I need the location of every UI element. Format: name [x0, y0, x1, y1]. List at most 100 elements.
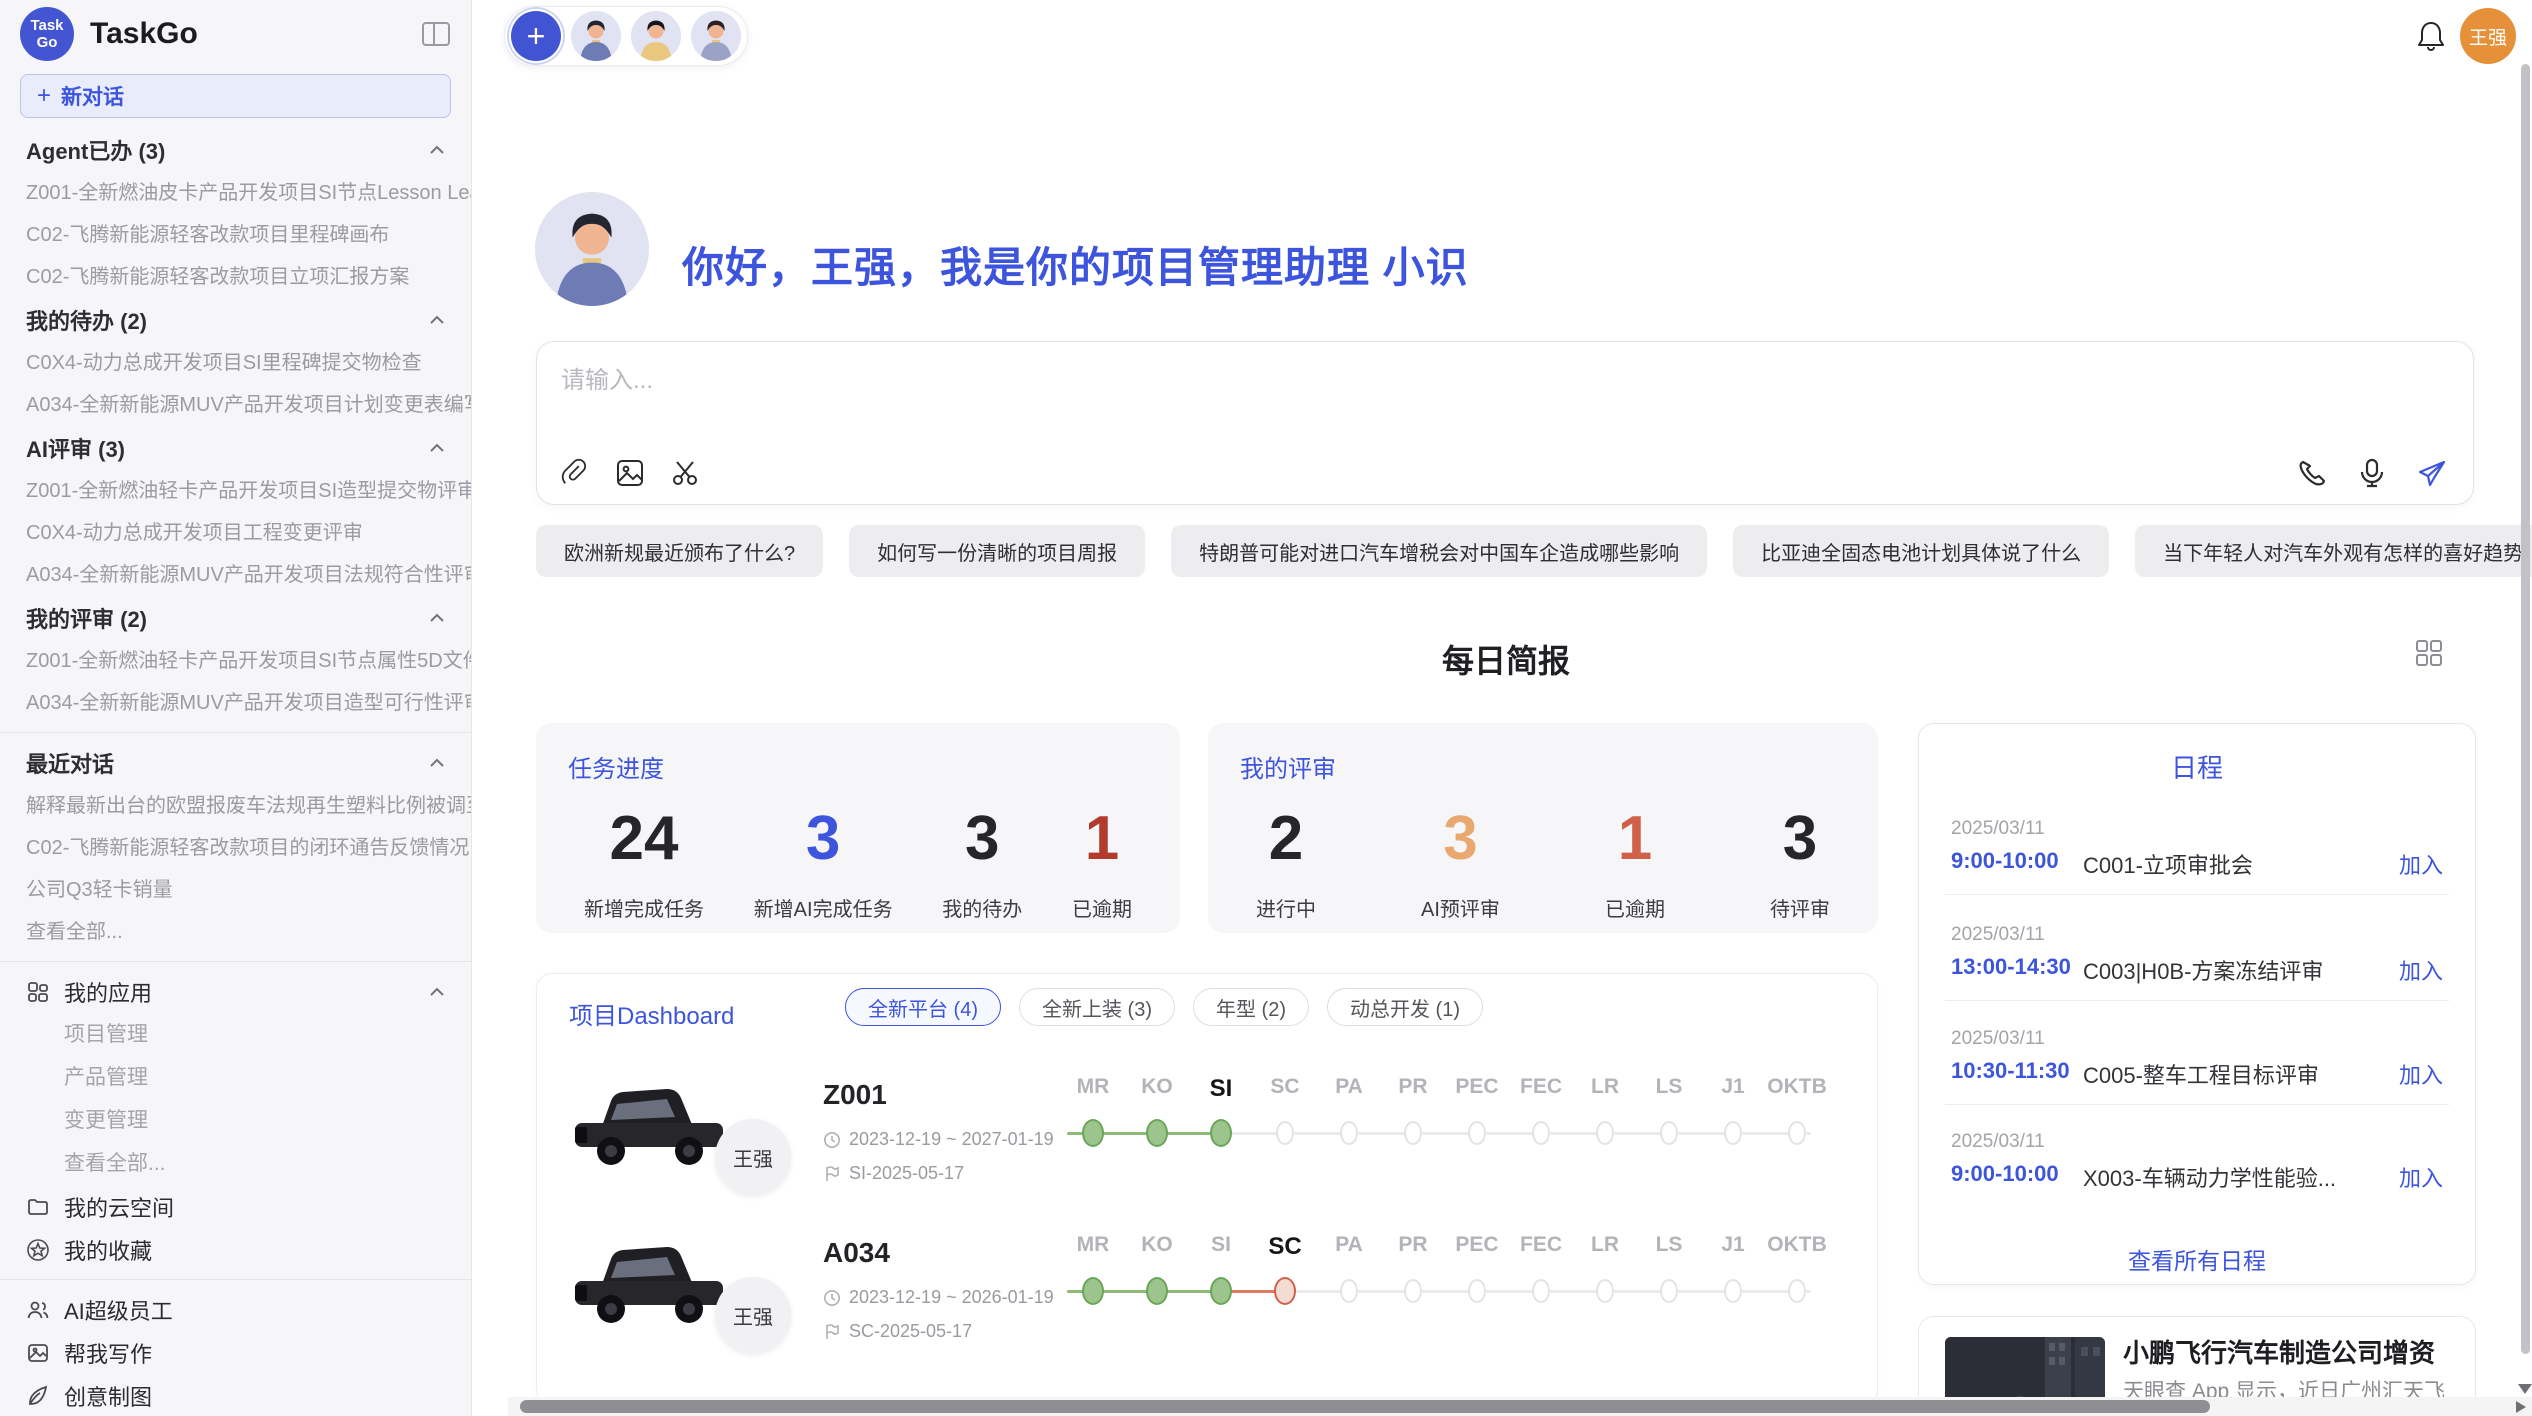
sidebar-task-item[interactable]: C0X4-动力总成开发项目工程变更评审	[0, 512, 471, 554]
milestone-dot[interactable]	[1468, 1279, 1486, 1303]
horizontal-scrollbar[interactable]	[508, 1397, 2532, 1416]
folder-icon	[26, 1195, 50, 1219]
milestone-dot[interactable]	[1532, 1121, 1550, 1145]
schedule-card: 日程 2025/03/119:00-10:00C001-立项审批会加入2025/…	[1918, 723, 2476, 1285]
project-flag-milestone: SI-2025-05-17	[823, 1163, 964, 1184]
sidebar-task-item[interactable]: C02-飞腾新能源轻客改款项目里程碑画布	[0, 214, 471, 256]
recent-chat-item[interactable]: 查看全部...	[0, 911, 471, 953]
app-sub-item[interactable]: 变更管理	[0, 1099, 471, 1142]
sidebar-section-header[interactable]: Agent已办 (3)	[0, 128, 471, 172]
sidebar-task-item[interactable]: Z001-全新燃油轻卡产品开发项目SI节点属性5D文件评审	[0, 640, 471, 682]
milestone-dot[interactable]	[1788, 1121, 1806, 1145]
scroll-down-arrow-icon[interactable]	[2518, 1384, 2532, 1394]
sidebar-section-header[interactable]: 我的待办 (2)	[0, 298, 471, 342]
milestone-dot[interactable]	[1274, 1277, 1296, 1305]
suggestion-chip[interactable]: 当下年轻人对汽车外观有怎样的喜好趋势	[2135, 525, 2532, 577]
chat-input[interactable]	[561, 360, 2261, 430]
milestone-dot[interactable]	[1468, 1121, 1486, 1145]
suggestion-chip[interactable]: 欧洲新规最近颁布了什么?	[536, 525, 823, 577]
dashboard-filter-tab[interactable]: 动总开发 (1)	[1327, 988, 1483, 1026]
sidebar-task-item[interactable]: Z001-全新燃油皮卡产品开发项目SI节点Lesson Learn报告	[0, 172, 471, 214]
phone-icon[interactable]	[2297, 458, 2327, 488]
milestone-dot[interactable]	[1724, 1279, 1742, 1303]
sidebar-tool-item[interactable]: 帮我写作	[0, 1331, 471, 1374]
app-sub-item[interactable]: 项目管理	[0, 1013, 471, 1056]
sidebar-item-my-apps[interactable]: 我的应用	[0, 970, 471, 1013]
add-agent-button[interactable]: +	[511, 11, 561, 61]
suggestion-chip[interactable]: 如何写一份清晰的项目周报	[849, 525, 1145, 577]
vertical-scrollbar[interactable]	[2521, 64, 2530, 1390]
recent-chat-item[interactable]: 公司Q3轻卡销量	[0, 869, 471, 911]
milestone-dot[interactable]	[1210, 1119, 1232, 1147]
milestone-dot[interactable]	[1596, 1279, 1614, 1303]
sidebar-section-header[interactable]: 我的评审 (2)	[0, 596, 471, 640]
attachment-icon[interactable]	[559, 458, 589, 488]
horizontal-scrollbar-thumb[interactable]	[520, 1400, 2210, 1413]
milestone-dot[interactable]	[1082, 1119, 1104, 1147]
sidebar-task-item[interactable]: A034-全新新能源MUV产品开发项目法规符合性评审	[0, 554, 471, 596]
new-chat-button[interactable]: + 新对话	[20, 74, 451, 118]
notification-bell-icon[interactable]	[2416, 20, 2446, 52]
join-meeting-link[interactable]: 加入	[2399, 1058, 2443, 1090]
milestone-dot[interactable]	[1210, 1277, 1232, 1305]
agent-avatar-1[interactable]	[571, 11, 621, 61]
scissors-icon[interactable]	[671, 458, 701, 488]
sidebar-task-item[interactable]: A034-全新新能源MUV产品开发项目计划变更表编写	[0, 384, 471, 426]
sidebar-tool-item[interactable]: 创意制图	[0, 1374, 471, 1416]
sidebar-tool-item[interactable]: AI超级员工	[0, 1288, 471, 1331]
view-all-schedule-link[interactable]: 查看所有日程	[1919, 1242, 2475, 1276]
milestone-dot[interactable]	[1404, 1121, 1422, 1145]
dashboard-filter-tab[interactable]: 年型 (2)	[1193, 988, 1309, 1026]
milestone-dot[interactable]	[1404, 1279, 1422, 1303]
suggestion-chip[interactable]: 比亚迪全固态电池计划具体说了什么	[1733, 525, 2109, 577]
milestone-label: KO	[1141, 1075, 1173, 1099]
milestone-dot[interactable]	[1146, 1119, 1168, 1147]
recent-chats-header[interactable]: 最近对话	[0, 741, 471, 785]
microphone-icon[interactable]	[2357, 458, 2387, 488]
join-meeting-link[interactable]: 加入	[2399, 954, 2443, 986]
section-title: 最近对话	[26, 747, 114, 779]
dashboard-filter-tab[interactable]: 全新上装 (3)	[1019, 988, 1175, 1026]
schedule-divider	[1945, 1104, 2449, 1105]
agent-avatar-2[interactable]	[631, 11, 681, 61]
vertical-scrollbar-thumb[interactable]	[2521, 64, 2530, 1354]
milestone-dot[interactable]	[1146, 1277, 1168, 1305]
milestone-dot[interactable]	[1596, 1121, 1614, 1145]
stat-label: 新增AI完成任务	[754, 893, 893, 922]
sidebar-task-item[interactable]: C02-飞腾新能源轻客改款项目立项汇报方案	[0, 256, 471, 298]
scroll-right-arrow-icon[interactable]	[2516, 1401, 2526, 1413]
agent-avatar-3[interactable]	[691, 11, 741, 61]
sidebar-item-folder[interactable]: 我的云空间	[0, 1185, 471, 1228]
milestone-dot[interactable]	[1340, 1121, 1358, 1145]
collapse-sidebar-icon[interactable]	[421, 21, 451, 47]
briefing-layout-icon[interactable]	[2414, 638, 2444, 668]
milestone-dot[interactable]	[1532, 1279, 1550, 1303]
stat-item: 2进行中	[1256, 793, 1316, 933]
sidebar-divider	[0, 1279, 471, 1280]
app-sub-item[interactable]: 产品管理	[0, 1056, 471, 1099]
sidebar-task-item[interactable]: C0X4-动力总成开发项目SI里程碑提交物检查	[0, 342, 471, 384]
milestone-dot[interactable]	[1082, 1277, 1104, 1305]
card-title: 任务进度	[568, 749, 664, 784]
sidebar-task-item[interactable]: A034-全新新能源MUV产品开发项目造型可行性评审	[0, 682, 471, 724]
app-sub-item[interactable]: 查看全部...	[0, 1142, 471, 1185]
milestone-dot[interactable]	[1788, 1279, 1806, 1303]
sidebar-item-star[interactable]: 我的收藏	[0, 1228, 471, 1271]
user-avatar[interactable]: 王强	[2460, 8, 2516, 64]
dashboard-filter-tab[interactable]: 全新平台 (4)	[845, 988, 1001, 1026]
milestone-dot[interactable]	[1724, 1121, 1742, 1145]
sidebar-task-item[interactable]: Z001-全新燃油轻卡产品开发项目SI造型提交物评审	[0, 470, 471, 512]
milestone-dot[interactable]	[1660, 1121, 1678, 1145]
join-meeting-link[interactable]: 加入	[2399, 848, 2443, 880]
suggestion-chip[interactable]: 特朗普可能对进口汽车增税会对中国车企造成哪些影响	[1171, 525, 1707, 577]
image-icon[interactable]	[615, 458, 645, 488]
milestone-dot[interactable]	[1276, 1121, 1294, 1145]
milestone-dot[interactable]	[1340, 1279, 1358, 1303]
milestone-dot[interactable]	[1660, 1279, 1678, 1303]
sidebar-section-header[interactable]: AI评审 (3)	[0, 426, 471, 470]
card-title: 我的评审	[1240, 749, 1336, 784]
recent-chat-item[interactable]: 解释最新出台的欧盟报废车法规再生塑料比例被调至15%...	[0, 785, 471, 827]
send-icon[interactable]	[2417, 458, 2447, 488]
join-meeting-link[interactable]: 加入	[2399, 1161, 2443, 1193]
recent-chat-item[interactable]: C02-飞腾新能源轻客改款项目的闭环通告反馈情况	[0, 827, 471, 869]
